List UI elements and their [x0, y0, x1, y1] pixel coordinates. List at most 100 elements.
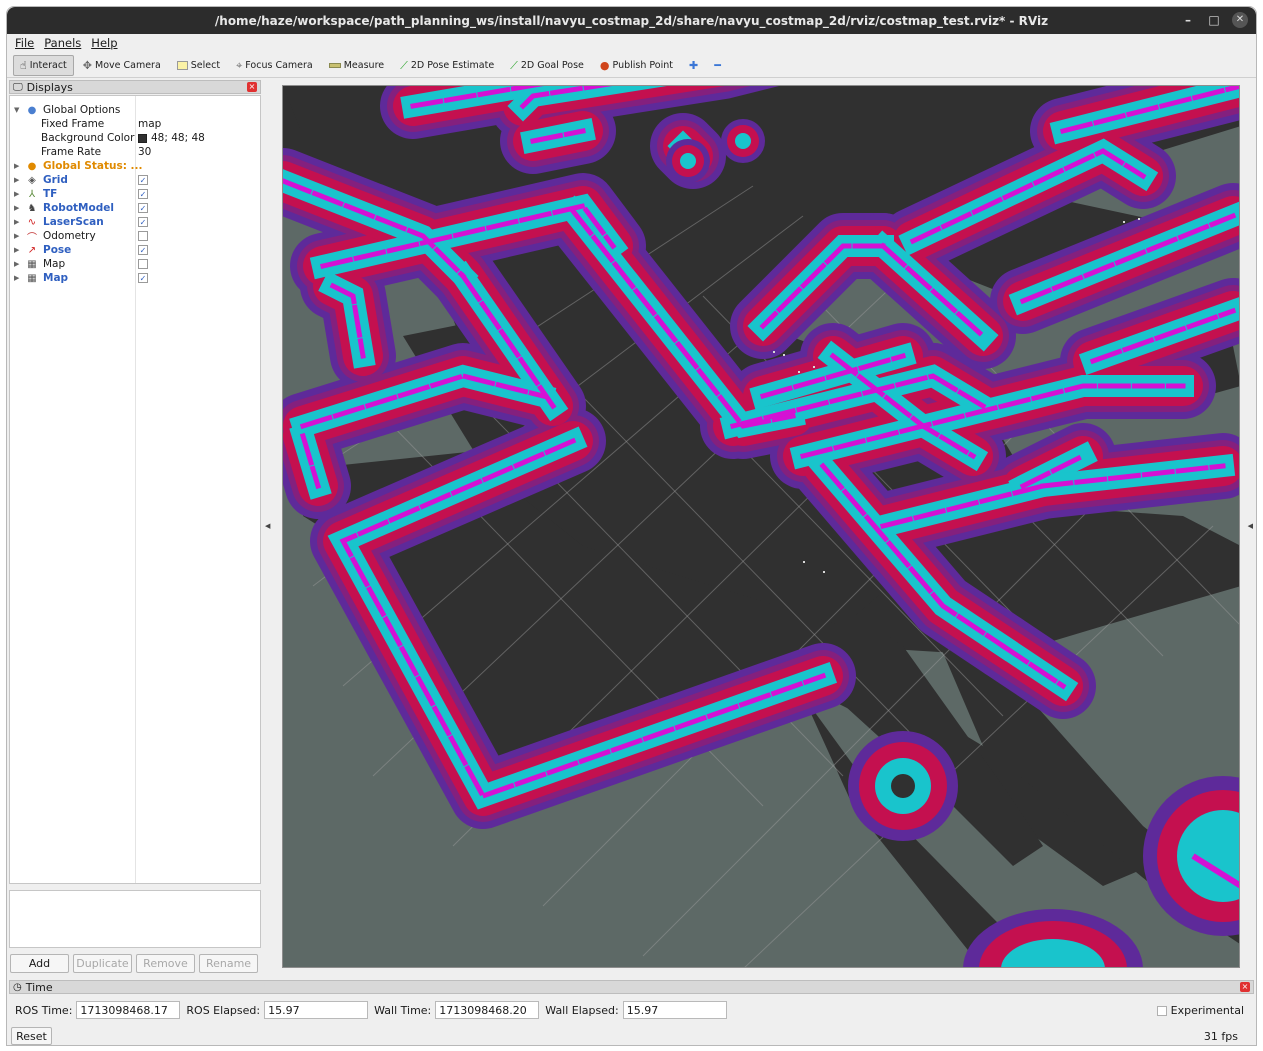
- laserscan-checkbox[interactable]: ✓: [138, 217, 148, 227]
- duplicate-display-button[interactable]: Duplicate: [73, 954, 132, 973]
- tree-row-global-options[interactable]: ▼ ● Global Options: [10, 103, 260, 117]
- frame-rate-label: Frame Rate: [41, 146, 102, 158]
- select-tool-label: Select: [190, 59, 221, 71]
- ruler-icon: [328, 62, 341, 68]
- close-window-button[interactable]: ✕: [1232, 12, 1248, 28]
- warning-icon: ●: [27, 160, 37, 172]
- publish-point-tool-label: Publish Point: [612, 59, 673, 71]
- close-panel-icon[interactable]: ×: [247, 82, 257, 92]
- map-costmap-checkbox[interactable]: ✓: [138, 273, 148, 283]
- color-swatch: [138, 133, 147, 143]
- tree-row-map-costmap[interactable]: ▶ ▦ Map ✓: [10, 271, 260, 285]
- expand-arrow-icon[interactable]: ▶: [14, 162, 19, 170]
- experimental-option[interactable]: Experimental: [1156, 1004, 1244, 1017]
- tree-row-background-color[interactable]: Background Color 48; 48; 48: [10, 131, 260, 145]
- frame-rate-value[interactable]: 30: [138, 146, 151, 158]
- map-icon: ▦: [27, 258, 37, 270]
- costmap-render[interactable]: [283, 86, 1240, 968]
- tf-axes-icon: ⅄: [28, 188, 36, 200]
- remove-tool-button[interactable]: ━: [707, 55, 728, 76]
- title-bar: /home/haze/workspace/path_planning_ws/in…: [7, 7, 1256, 34]
- time-panel: ◷ Time × ROS Time: 1713098468.17 ROS Ela…: [7, 980, 1256, 1045]
- pose-estimate-tool-label: 2D Pose Estimate: [410, 59, 495, 71]
- display-label-tf: TF: [43, 188, 58, 200]
- close-panel-icon[interactable]: ×: [1240, 982, 1250, 992]
- pose-arrow-icon: ↗: [27, 244, 37, 256]
- expand-arrow-icon[interactable]: ▼: [14, 106, 19, 114]
- ros-elapsed-field[interactable]: 15.97: [264, 1001, 369, 1019]
- select-tool-button[interactable]: Select: [170, 55, 227, 76]
- fixed-frame-text: map: [138, 118, 162, 130]
- minimize-button[interactable]: –: [1180, 12, 1196, 28]
- expand-arrow-icon[interactable]: ▶: [14, 218, 19, 226]
- menu-help[interactable]: Help: [91, 36, 117, 50]
- background-color-text: 48; 48; 48: [151, 132, 205, 144]
- collapse-right-icon[interactable]: ◀: [1248, 522, 1253, 530]
- tf-checkbox[interactable]: ✓: [138, 189, 148, 199]
- goal-pose-tool-button[interactable]: ⟋ 2D Goal Pose: [503, 55, 591, 76]
- tree-row-robotmodel[interactable]: ▶ ♞ RobotModel ✓: [10, 201, 260, 215]
- wall-elapsed-label: Wall Elapsed:: [545, 1003, 619, 1017]
- tree-row-grid[interactable]: ▶ ◈ Grid ✓: [10, 173, 260, 187]
- tool-bar: ☝ Interact ✥ Move Camera Select ⌖ Focus …: [7, 53, 1256, 78]
- publish-point-tool-button[interactable]: ● Publish Point: [593, 55, 680, 76]
- interact-tool-button[interactable]: ☝ Interact: [13, 54, 74, 76]
- monitor-icon: 🖵: [13, 81, 23, 93]
- laserscan-icon: ∿: [27, 216, 37, 228]
- obstacle-blob-1: [848, 731, 958, 841]
- tree-row-frame-rate[interactable]: Frame Rate 30: [10, 145, 260, 159]
- 3d-viewport[interactable]: [282, 85, 1240, 968]
- wall-elapsed-field[interactable]: 15.97: [622, 1001, 727, 1019]
- pose-checkbox[interactable]: ✓: [138, 245, 148, 255]
- tree-row-global-status[interactable]: ▶ ● Global Status: ...: [10, 159, 260, 173]
- expand-arrow-icon[interactable]: ▶: [14, 190, 19, 198]
- focus-camera-tool-button[interactable]: ⌖ Focus Camera: [229, 55, 320, 76]
- measure-tool-button[interactable]: Measure: [322, 55, 391, 76]
- measure-tool-label: Measure: [343, 59, 385, 71]
- green-arrow-icon: ⟋: [400, 58, 408, 72]
- menu-file[interactable]: File: [15, 36, 34, 50]
- expand-arrow-icon[interactable]: ▶: [14, 246, 19, 254]
- reset-button[interactable]: Reset: [11, 1027, 52, 1045]
- grid-checkbox[interactable]: ✓: [138, 175, 148, 185]
- tree-row-fixed-frame[interactable]: Fixed Frame map: [10, 117, 260, 131]
- expand-arrow-icon[interactable]: ▶: [14, 274, 19, 282]
- tree-row-map[interactable]: ▶ ▦ Map: [10, 257, 260, 271]
- experimental-checkbox[interactable]: [1156, 1005, 1167, 1016]
- hand-pointer-icon: ☝: [20, 58, 27, 72]
- wall-time-field[interactable]: 1713098468.20: [435, 1001, 540, 1019]
- move-camera-tool-button[interactable]: ✥ Move Camera: [76, 55, 168, 76]
- remove-display-button[interactable]: Remove: [136, 954, 195, 973]
- maximize-button[interactable]: □: [1206, 12, 1222, 28]
- robot-icon: ♞: [27, 202, 37, 214]
- display-label-robotmodel: RobotModel: [43, 202, 114, 214]
- expand-arrow-icon[interactable]: ▶: [14, 176, 19, 184]
- tree-row-tf[interactable]: ▶ ⅄ TF ✓: [10, 187, 260, 201]
- add-tool-button[interactable]: ✚: [682, 55, 705, 76]
- robotmodel-checkbox[interactable]: ✓: [138, 203, 148, 213]
- map-checkbox[interactable]: [138, 259, 148, 269]
- menu-panels[interactable]: Panels: [44, 36, 81, 50]
- display-label-map-costmap: Map: [43, 272, 69, 284]
- fixed-frame-value[interactable]: map: [138, 118, 161, 130]
- odometry-checkbox[interactable]: [138, 231, 148, 241]
- ros-time-field[interactable]: 1713098468.17: [76, 1001, 181, 1019]
- pose-estimate-tool-button[interactable]: ⟋ 2D Pose Estimate: [393, 55, 501, 76]
- tree-row-pose[interactable]: ▶ ↗ Pose ✓: [10, 243, 260, 257]
- background-color-value[interactable]: 48; 48; 48: [138, 132, 205, 144]
- ros-time-label: ROS Time:: [15, 1003, 73, 1017]
- displays-tree: ▼ ● Global Options Fixed Frame map Backg…: [9, 95, 261, 884]
- tree-row-odometry[interactable]: ▶ ⌒ Odometry: [10, 229, 260, 244]
- display-label-map: Map: [43, 258, 66, 270]
- expand-arrow-icon[interactable]: ▶: [14, 260, 19, 268]
- expand-arrow-icon[interactable]: ▶: [14, 232, 19, 240]
- display-label-odometry: Odometry: [43, 230, 96, 242]
- map-icon: ▦: [27, 272, 37, 284]
- expand-arrow-icon[interactable]: ▶: [14, 204, 19, 212]
- add-display-button[interactable]: Add: [10, 954, 69, 973]
- menu-bar: File Panels Help: [7, 34, 1256, 52]
- tree-row-laserscan[interactable]: ▶ ∿ LaserScan ✓: [10, 215, 260, 229]
- select-box-icon: [176, 60, 188, 70]
- collapse-left-icon[interactable]: ◀: [265, 522, 270, 530]
- rename-display-button[interactable]: Rename: [199, 954, 258, 973]
